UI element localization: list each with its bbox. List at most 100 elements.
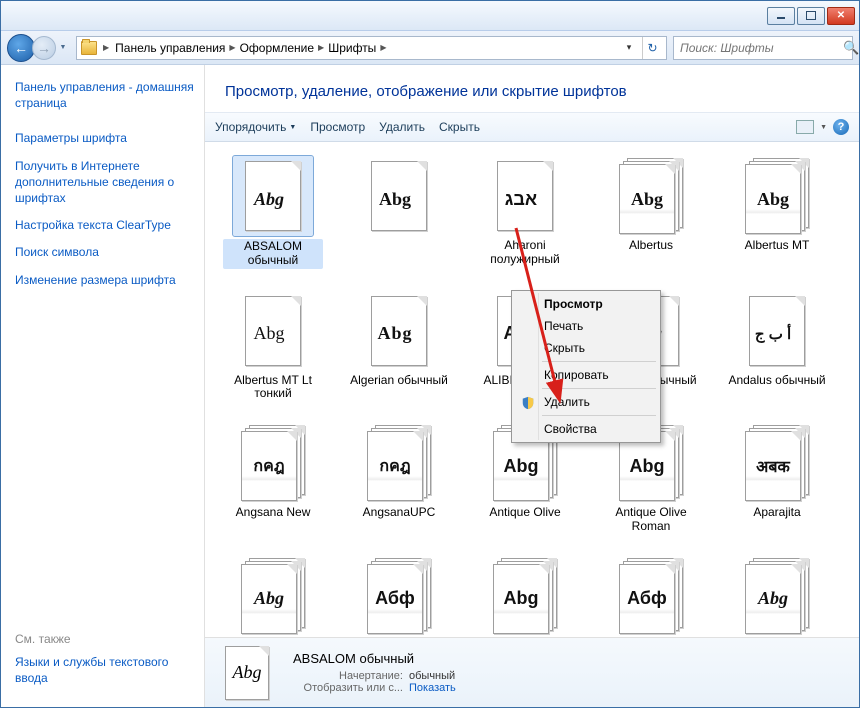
font-icon: Abg — [485, 556, 565, 636]
font-item[interactable]: Абф — [601, 556, 701, 637]
ctx-copy[interactable]: Копировать — [514, 364, 658, 386]
font-icon: אבג — [485, 156, 565, 236]
view-options-button[interactable] — [796, 120, 814, 134]
breadcrumb-item[interactable]: Шрифты — [328, 41, 376, 55]
toolbar: Упорядочить ▼ Просмотр Удалить Скрыть ▼ … — [205, 112, 859, 142]
font-name: Antique Olive — [489, 506, 560, 520]
font-item[interactable]: AbgAlbertus MT — [727, 156, 827, 269]
search-box[interactable]: 🔍 — [673, 36, 853, 60]
sidebar-item[interactable]: Языки и службы текстового ввода — [15, 654, 194, 686]
breadcrumb-item[interactable]: Панель управления — [115, 41, 225, 55]
delete-button[interactable]: Удалить — [379, 120, 425, 134]
chevron-down-icon[interactable]: ▾ — [620, 42, 638, 53]
ctx-print[interactable]: Печать — [514, 315, 658, 337]
font-sample: Abg — [745, 564, 801, 634]
font-icon: Abg — [611, 156, 691, 236]
address-row: ← → ▼ ▶ Панель управления▶ Оформление▶ Ш… — [1, 31, 859, 65]
font-item[interactable]: กคฎAngsana New — [223, 423, 323, 534]
ctx-hide[interactable]: Скрыть — [514, 337, 658, 359]
font-item[interactable]: กคฎ AngsanaUPC — [349, 423, 449, 534]
context-menu: Просмотр Печать Скрыть Копировать Удалит… — [511, 290, 661, 443]
preview-button[interactable]: Просмотр — [310, 120, 365, 134]
breadcrumb-item[interactable]: Оформление — [240, 41, 314, 55]
shield-icon — [521, 396, 535, 410]
font-icon: Abg — [359, 156, 439, 236]
font-sample: אבג — [493, 164, 549, 234]
hide-button[interactable]: Скрыть — [439, 120, 480, 134]
font-sample: Abg — [745, 164, 801, 234]
font-item[interactable]: Abg — [349, 156, 449, 269]
search-icon[interactable]: 🔍 — [843, 40, 859, 56]
minimize-button[interactable] — [767, 7, 795, 25]
font-icon: अबक — [737, 423, 817, 503]
details-pane: Abg ABSALOM обычный Начертание:обычный О… — [205, 637, 859, 707]
forward-button[interactable]: → — [32, 36, 56, 60]
help-button[interactable]: ? — [833, 119, 849, 135]
font-item[interactable]: Abg — [223, 556, 323, 637]
font-sample: Abg — [367, 164, 423, 234]
back-button[interactable]: ← — [7, 34, 35, 62]
chevron-right-icon[interactable]: ▶ — [101, 43, 111, 52]
font-name: AngsanaUPC — [363, 506, 436, 520]
font-sample: अबक — [745, 431, 801, 501]
sidebar-item[interactable]: Параметры шрифта — [15, 130, 194, 146]
close-button[interactable] — [827, 7, 855, 25]
address-bar[interactable]: ▶ Панель управления▶ Оформление▶ Шрифты▶… — [76, 36, 667, 60]
search-input[interactable] — [674, 41, 843, 55]
sidebar-item[interactable]: Получить в Интернете дополнительные свед… — [15, 158, 194, 207]
refresh-button[interactable]: ↻ — [642, 37, 662, 59]
chevron-down-icon[interactable]: ▼ — [820, 124, 827, 131]
font-item[interactable]: Abg — [475, 556, 575, 637]
details-name: ABSALOM обычный — [293, 651, 456, 666]
chevron-right-icon[interactable]: ▶ — [378, 43, 388, 52]
details-show-label: Отобразить или с... — [293, 682, 403, 694]
font-sample: Abg — [241, 564, 297, 634]
breadcrumb: Панель управления▶ Оформление▶ Шрифты▶ — [115, 41, 388, 55]
ctx-properties[interactable]: Свойства — [514, 418, 658, 440]
font-name: Albertus MT Lt тонкий — [223, 374, 323, 402]
font-icon: أ ب ج — [737, 291, 817, 371]
font-name: Aparajita — [753, 506, 800, 520]
nav-buttons: ← → ▼ — [7, 34, 70, 62]
font-icon: Abg — [233, 556, 313, 636]
details-show-link[interactable]: Показать — [409, 682, 456, 694]
font-icon: กคฎ — [233, 423, 313, 503]
font-icon: Абф — [611, 556, 691, 636]
folder-icon — [81, 41, 97, 55]
font-icon: กคฎ — [359, 423, 439, 503]
font-icon: Abg — [737, 556, 817, 636]
title-bar — [1, 1, 859, 31]
main-pane: Просмотр, удаление, отображение или скры… — [205, 65, 859, 707]
font-item[interactable]: أ ب جAndalus обычный — [727, 291, 827, 402]
font-item[interactable]: Abg ABSALOM обычный — [223, 156, 323, 269]
font-item[interactable]: Abg Albertus MT Lt тонкий — [223, 291, 323, 402]
font-item[interactable]: Абф — [349, 556, 449, 637]
page-title: Просмотр, удаление, отображение или скры… — [225, 83, 839, 100]
chevron-right-icon[interactable]: ▶ — [316, 43, 326, 52]
ctx-delete[interactable]: Удалить — [514, 391, 658, 413]
font-icon: Abg — [737, 156, 817, 236]
font-item[interactable]: अबक Aparajita — [727, 423, 827, 534]
font-icon: Abg — [233, 291, 313, 371]
chevron-right-icon[interactable]: ▶ — [227, 43, 237, 52]
organize-button[interactable]: Упорядочить ▼ — [215, 120, 296, 134]
font-item[interactable]: Abg Albertus — [601, 156, 701, 269]
ctx-preview[interactable]: Просмотр — [514, 293, 658, 315]
font-name: Albertus — [629, 239, 673, 253]
font-sample: أ ب ج — [745, 299, 801, 369]
sidebar-item[interactable]: Поиск символа — [15, 244, 194, 260]
font-item[interactable]: AbgAlgerian обычный — [349, 291, 449, 402]
font-icon: Abg — [233, 156, 313, 236]
details-icon: Abg — [219, 645, 279, 701]
font-name: Algerian обычный — [350, 374, 448, 388]
font-sample: Abg — [241, 164, 297, 234]
font-item[interactable]: Abg — [727, 556, 827, 637]
nav-history-dropdown[interactable]: ▼ — [56, 44, 70, 51]
sidebar-item[interactable]: Настройка текста ClearType — [15, 217, 194, 233]
sidebar-item[interactable]: Изменение размера шрифта — [15, 272, 194, 288]
maximize-button[interactable] — [797, 7, 825, 25]
sidebar-home[interactable]: Панель управления - домашняя страница — [15, 79, 194, 111]
font-name: Aharoni полужирный — [475, 239, 575, 267]
font-item[interactable]: אבג Aharoni полужирный — [475, 156, 575, 269]
font-name: ABSALOM обычный — [223, 239, 323, 269]
